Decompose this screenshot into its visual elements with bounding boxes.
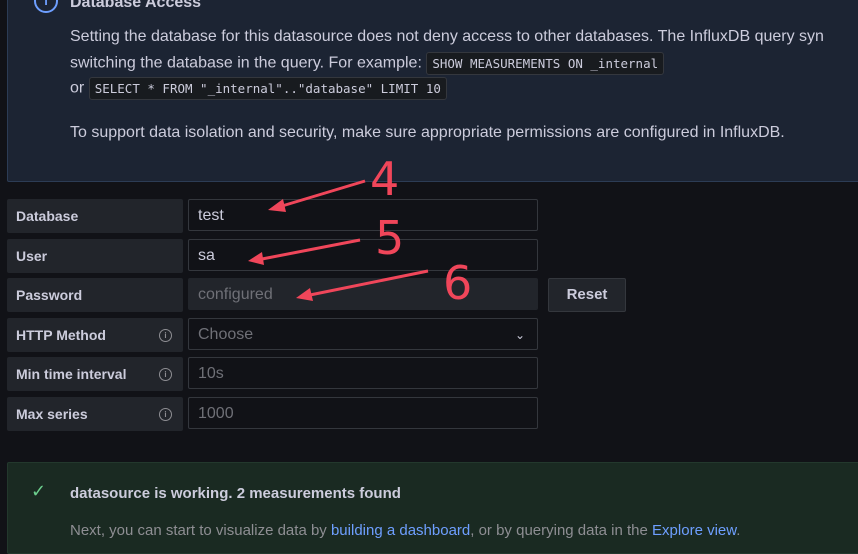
annotation-number-4: 4 bbox=[370, 152, 400, 206]
annotation-arrowhead-5 bbox=[248, 252, 264, 265]
annotation-arrow-5 bbox=[261, 238, 361, 261]
annotation-arrows bbox=[248, 179, 429, 301]
annotation-arrow-4 bbox=[281, 179, 366, 208]
annotation-number-6: 6 bbox=[443, 256, 473, 310]
annotation-arrowhead-6 bbox=[296, 288, 313, 301]
annotation-arrowhead-4 bbox=[268, 199, 286, 212]
annotation-arrow-6 bbox=[309, 269, 429, 297]
annotation-number-5: 5 bbox=[375, 211, 405, 265]
